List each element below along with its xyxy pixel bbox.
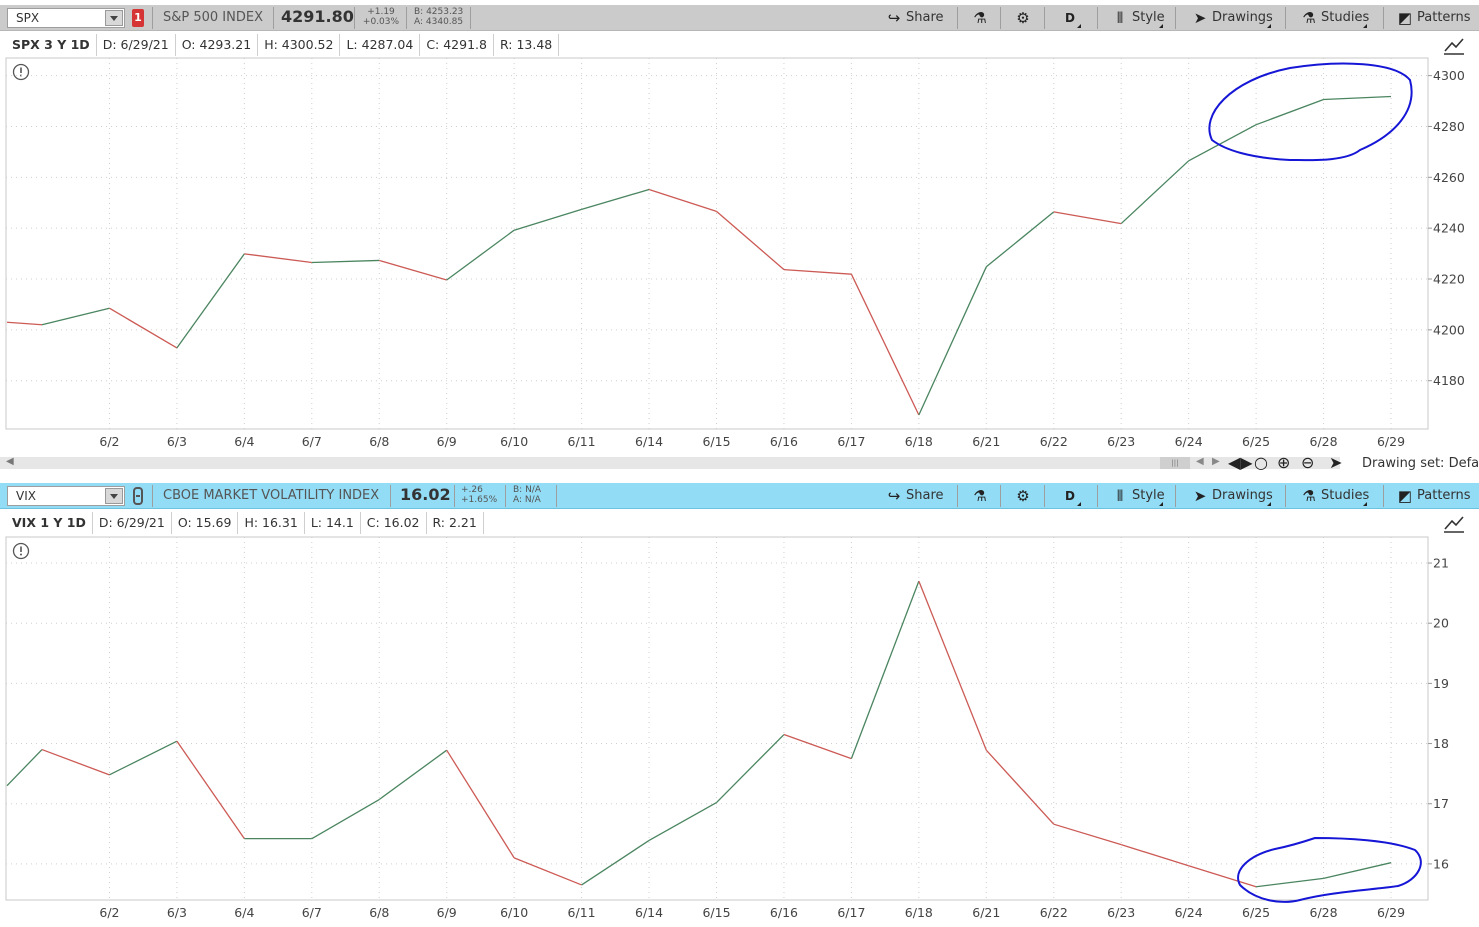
pointer-icon[interactable]: ➤ (1329, 453, 1342, 472)
x-tick-label: 6/29 (1377, 905, 1405, 920)
x-tick-label: 6/28 (1310, 434, 1338, 449)
y-tick-label: 4240 (1433, 221, 1465, 236)
x-tick-label: 6/10 (500, 434, 528, 449)
drawing-set-label[interactable]: Drawing set: Defau (1362, 456, 1479, 471)
y-tick-label: 4220 (1433, 272, 1465, 287)
y-tick-label: 4180 (1433, 373, 1465, 388)
x-tick-label: 6/8 (369, 905, 389, 920)
x-tick-label: 6/11 (568, 434, 596, 449)
x-tick-label: 6/22 (1040, 434, 1068, 449)
y-tick-label: 4300 (1433, 68, 1465, 83)
x-tick-label: 6/24 (1175, 434, 1203, 449)
x-tick-label: 6/21 (972, 434, 1000, 449)
expand-horizontal-icon[interactable]: ◀▶ (1228, 453, 1253, 472)
x-tick-label: 6/17 (837, 905, 865, 920)
x-tick-label: 6/14 (635, 905, 663, 920)
y-tick-label: 4260 (1433, 170, 1465, 185)
scroll-forward-arrow[interactable]: ▶ (1212, 456, 1220, 467)
scroll-track[interactable] (0, 457, 1340, 469)
x-tick-label: 6/16 (770, 434, 798, 449)
x-tick-label: 6/2 (99, 434, 119, 449)
zoom-out-icon[interactable]: ⊖ (1301, 453, 1314, 472)
scroll-back-arrow[interactable]: ◀ (1196, 456, 1204, 467)
x-tick-label: 6/3 (167, 905, 187, 920)
y-tick-label: 21 (1433, 556, 1449, 571)
plot-area (5, 536, 1429, 901)
reset-zoom-icon[interactable]: ○ (1254, 453, 1268, 472)
x-tick-label: 6/22 (1040, 905, 1068, 920)
x-tick-label: 6/28 (1310, 905, 1338, 920)
x-tick-label: 6/25 (1242, 434, 1270, 449)
time-scrollbar[interactable]: ◀ ||| ◀ ▶ ◀▶ ○ ⊕ ⊖ ➤ Drawing set: Defau (0, 453, 1479, 475)
zoom-in-icon[interactable]: ⊕ (1277, 453, 1290, 472)
spx-chart-panel: SPX 1 S&P 500 INDEX 4291.80 +1.19 +0.03%… (0, 0, 1479, 480)
x-tick-label: 6/8 (369, 434, 389, 449)
x-tick-label: 6/25 (1242, 905, 1270, 920)
x-tick-label: 6/10 (500, 905, 528, 920)
y-tick-label: 20 (1433, 616, 1449, 631)
y-tick-label: 4200 (1433, 322, 1465, 337)
x-tick-label: 6/18 (905, 905, 933, 920)
x-tick-label: 6/11 (568, 905, 596, 920)
x-tick-label: 6/2 (99, 905, 119, 920)
scroll-left-arrow[interactable]: ◀ (6, 456, 14, 467)
x-tick-label: 6/24 (1175, 905, 1203, 920)
x-tick-label: 6/16 (770, 905, 798, 920)
spx-price-chart[interactable]: 6/2 6/3 6/4 6/7 6/8 6/9 6/10 6/11 6/14 6/15 6/16 6/… (0, 0, 1479, 480)
x-tick-label: 6/21 (972, 905, 1000, 920)
y-tick-label: 16 (1433, 856, 1449, 871)
scroll-thumb[interactable]: ||| (1160, 457, 1190, 469)
y-tick-label: 17 (1433, 796, 1449, 811)
x-tick-label: 6/18 (905, 434, 933, 449)
x-tick-label: 6/15 (702, 434, 730, 449)
x-tick-label: 6/14 (635, 434, 663, 449)
x-tick-label: 6/23 (1107, 434, 1135, 449)
y-tick-label: 19 (1433, 676, 1449, 691)
x-tick-label: 6/15 (702, 905, 730, 920)
x-tick-label: 6/4 (234, 434, 254, 449)
x-tick-label: 6/3 (167, 434, 187, 449)
vix-chart-panel: VIX CBOE MARKET VOLATILITY INDEX 16.02 +… (0, 480, 1479, 927)
y-tick-label: 4280 (1433, 119, 1465, 134)
x-tick-label: 6/4 (234, 905, 254, 920)
x-tick-label: 6/9 (437, 905, 457, 920)
x-tick-label: 6/23 (1107, 905, 1135, 920)
x-tick-label: 6/7 (302, 434, 322, 449)
x-tick-label: 6/9 (437, 434, 457, 449)
x-tick-label: 6/7 (302, 905, 322, 920)
y-tick-label: 18 (1433, 736, 1449, 751)
vix-price-chart[interactable]: 6/2 6/3 6/4 6/7 6/8 6/9 6/10 6/11 6/14 6/15 6/16 6/… (0, 480, 1479, 927)
x-tick-label: 6/17 (837, 434, 865, 449)
x-tick-label: 6/29 (1377, 434, 1405, 449)
